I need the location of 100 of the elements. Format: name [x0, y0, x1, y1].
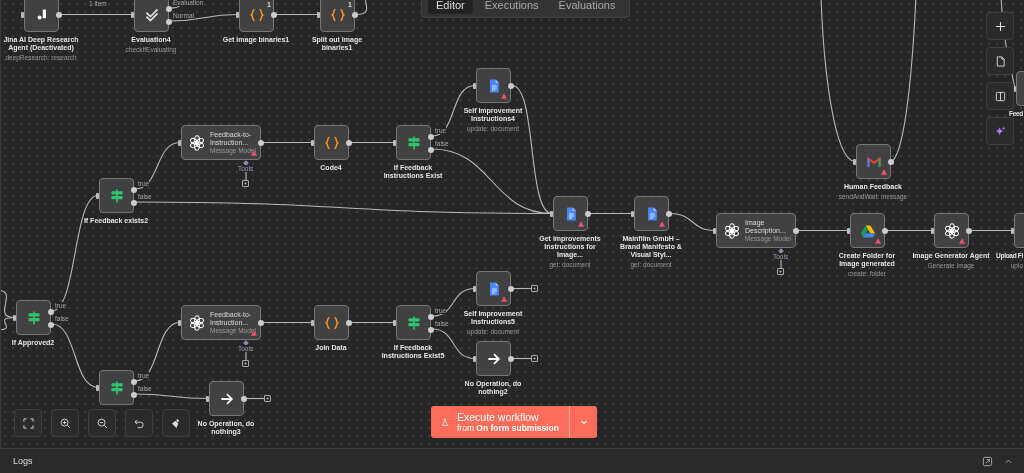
plus-icon	[994, 20, 1006, 32]
input-port[interactable]	[550, 211, 553, 217]
input-port[interactable]	[317, 12, 320, 18]
input-port[interactable]	[96, 193, 99, 199]
output-port[interactable]	[131, 187, 137, 193]
ai-assistant-button[interactable]	[986, 117, 1014, 145]
add-node-button[interactable]	[531, 354, 538, 362]
output-port[interactable]	[271, 12, 277, 18]
input-port[interactable]	[13, 315, 16, 321]
workflow-node[interactable]	[314, 305, 349, 340]
braces-icon	[329, 6, 346, 23]
workflow-node[interactable]	[476, 68, 511, 103]
logs-title[interactable]: Logs	[13, 456, 33, 466]
output-port[interactable]	[428, 327, 434, 333]
workflow-canvas[interactable]	[0, 0, 1024, 449]
add-node-button[interactable]	[777, 268, 784, 275]
output-port[interactable]	[428, 134, 434, 140]
workflow-node[interactable]	[850, 213, 885, 248]
undo-button[interactable]	[125, 409, 153, 437]
zoom-out-button[interactable]	[88, 409, 116, 437]
output-port[interactable]	[508, 83, 514, 89]
workflow-node[interactable]	[24, 0, 59, 32]
workflow-node[interactable]	[476, 271, 511, 306]
add-node-button[interactable]	[986, 12, 1014, 40]
input-port[interactable]	[393, 320, 396, 326]
output-port[interactable]	[131, 392, 137, 398]
zoom-in-button[interactable]	[51, 409, 79, 437]
input-port[interactable]	[473, 356, 476, 362]
output-port[interactable]	[966, 228, 972, 234]
zoom-out-icon	[96, 417, 108, 429]
workflow-node[interactable]	[476, 341, 511, 376]
output-port[interactable]	[241, 396, 247, 402]
workflow-node[interactable]	[209, 381, 244, 416]
input-port[interactable]	[178, 140, 181, 146]
output-port[interactable]	[346, 140, 352, 146]
input-port[interactable]	[311, 320, 314, 326]
input-port[interactable]	[713, 228, 716, 234]
signpost-icon	[108, 379, 125, 396]
view-tab[interactable]: Evaluations	[550, 0, 624, 14]
workflow-node[interactable]	[553, 196, 588, 231]
output-port[interactable]	[258, 140, 264, 146]
input-port[interactable]	[931, 228, 934, 234]
add-node-button[interactable]	[264, 394, 271, 402]
output-port[interactable]	[258, 320, 264, 326]
output-port[interactable]	[352, 12, 358, 18]
signpost-icon	[405, 314, 422, 331]
workflow-node[interactable]	[314, 125, 349, 160]
input-port[interactable]	[473, 83, 476, 89]
output-port[interactable]	[882, 228, 888, 234]
openai-knot-icon	[189, 134, 205, 151]
output-port[interactable]	[428, 147, 434, 153]
input-port[interactable]	[1011, 228, 1014, 234]
output-port[interactable]	[131, 379, 137, 385]
flask-icon	[441, 416, 449, 428]
input-port[interactable]	[311, 140, 314, 146]
pop-out-icon[interactable]	[982, 455, 993, 467]
output-port[interactable]	[508, 356, 514, 362]
input-port[interactable]	[847, 228, 850, 234]
add-node-button[interactable]	[242, 360, 249, 367]
connection-line	[274, 13, 320, 16]
input-port[interactable]	[96, 385, 99, 391]
workflow-node[interactable]	[634, 196, 669, 231]
workflow-node[interactable]	[934, 213, 969, 248]
output-port[interactable]	[428, 314, 434, 320]
connection-line	[261, 141, 314, 144]
input-port[interactable]	[206, 396, 209, 402]
input-port[interactable]	[473, 286, 476, 292]
output-port[interactable]	[585, 211, 591, 217]
fit-view-button[interactable]	[14, 409, 42, 437]
add-node-button[interactable]	[531, 284, 538, 292]
workflow-node[interactable]	[856, 144, 891, 179]
sticky-note-button[interactable]	[986, 47, 1014, 75]
output-port[interactable]	[56, 12, 62, 18]
output-port[interactable]	[166, 19, 172, 25]
openai-knot-icon	[189, 314, 205, 331]
input-port[interactable]	[853, 159, 856, 165]
output-port[interactable]	[346, 320, 352, 326]
connection-line	[261, 321, 314, 324]
add-node-button[interactable]	[242, 180, 249, 187]
output-port[interactable]	[793, 228, 799, 234]
input-port[interactable]	[393, 140, 396, 146]
output-port[interactable]	[888, 159, 894, 165]
tidy-up-button[interactable]	[162, 409, 190, 437]
view-tab[interactable]: Editor	[428, 0, 473, 14]
output-port[interactable]	[508, 286, 514, 292]
panel-toggle-button[interactable]	[986, 82, 1014, 110]
output-port[interactable]	[48, 322, 54, 328]
input-port[interactable]	[631, 211, 634, 217]
input-port[interactable]	[21, 12, 24, 18]
braces-icon	[323, 134, 340, 151]
input-port[interactable]	[131, 12, 134, 18]
output-port[interactable]	[166, 6, 172, 12]
input-port[interactable]	[236, 12, 239, 18]
input-port[interactable]	[178, 320, 181, 326]
output-port[interactable]	[48, 309, 54, 315]
output-port[interactable]	[131, 200, 137, 206]
panel-icon	[994, 90, 1006, 102]
view-tab[interactable]: Executions	[476, 0, 547, 14]
braces-icon	[323, 314, 340, 331]
output-port[interactable]	[666, 211, 672, 217]
